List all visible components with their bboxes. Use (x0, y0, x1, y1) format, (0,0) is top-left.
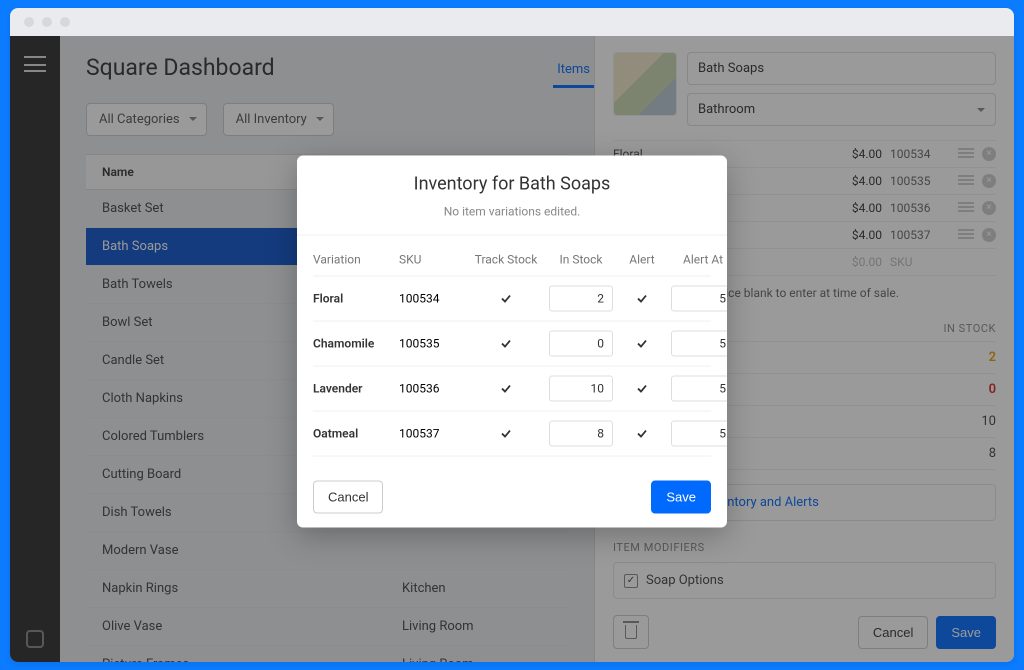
modal-row: Oatmeal10053785 (313, 412, 711, 457)
hdr-alert-at: Alert At (671, 253, 727, 267)
modal-title: Inventory for Bath Soaps (297, 156, 727, 205)
alert-checkbox[interactable] (635, 292, 649, 306)
window-max-dot[interactable] (60, 17, 70, 27)
track-stock-checkbox[interactable] (499, 382, 513, 396)
alert-checkbox[interactable] (635, 337, 649, 351)
modal-row-sku: 100537 (399, 427, 463, 441)
modal-row-sku: 100536 (399, 382, 463, 396)
in-stock-input[interactable]: 2 (549, 286, 613, 312)
window-controls (10, 8, 1014, 36)
modal-row-sku: 100535 (399, 337, 463, 351)
modal-row-variation: Oatmeal (313, 427, 393, 441)
window-close-dot[interactable] (24, 17, 34, 27)
modal-save-button[interactable]: Save (651, 481, 711, 514)
alert-at-input[interactable]: 5 (671, 331, 727, 357)
modal-subtitle: No item variations edited. (297, 205, 727, 236)
modal-row-variation: Lavender (313, 382, 393, 396)
inventory-modal: Inventory for Bath Soaps No item variati… (297, 156, 727, 528)
track-stock-checkbox[interactable] (499, 337, 513, 351)
modal-row-variation: Chamomile (313, 337, 393, 351)
hdr-alert: Alert (619, 253, 665, 267)
in-stock-input[interactable]: 8 (549, 421, 613, 447)
alert-at-input[interactable]: 5 (671, 376, 727, 402)
modal-row: Chamomile10053505 (313, 322, 711, 367)
modal-row: Lavender100536105 (313, 367, 711, 412)
browser-frame: Square Dashboard Items All Categories Al… (10, 8, 1014, 662)
alert-at-input[interactable]: 5 (671, 421, 727, 447)
in-stock-input[interactable]: 10 (549, 376, 613, 402)
alert-checkbox[interactable] (635, 382, 649, 396)
hdr-variation: Variation (313, 253, 393, 267)
modal-row-sku: 100534 (399, 292, 463, 306)
modal-header-row: Variation SKU Track Stock In Stock Alert… (313, 244, 711, 277)
alert-at-input[interactable]: 5 (671, 286, 727, 312)
hdr-sku: SKU (399, 253, 463, 267)
modal-row-variation: Floral (313, 292, 393, 306)
hdr-instock: In Stock (549, 253, 613, 267)
modal-row: Floral10053425 (313, 277, 711, 322)
in-stock-input[interactable]: 0 (549, 331, 613, 357)
modal-cancel-button[interactable]: Cancel (313, 481, 383, 514)
hdr-track: Track Stock (469, 253, 543, 267)
track-stock-checkbox[interactable] (499, 292, 513, 306)
alert-checkbox[interactable] (635, 427, 649, 441)
window-min-dot[interactable] (42, 17, 52, 27)
track-stock-checkbox[interactable] (499, 427, 513, 441)
